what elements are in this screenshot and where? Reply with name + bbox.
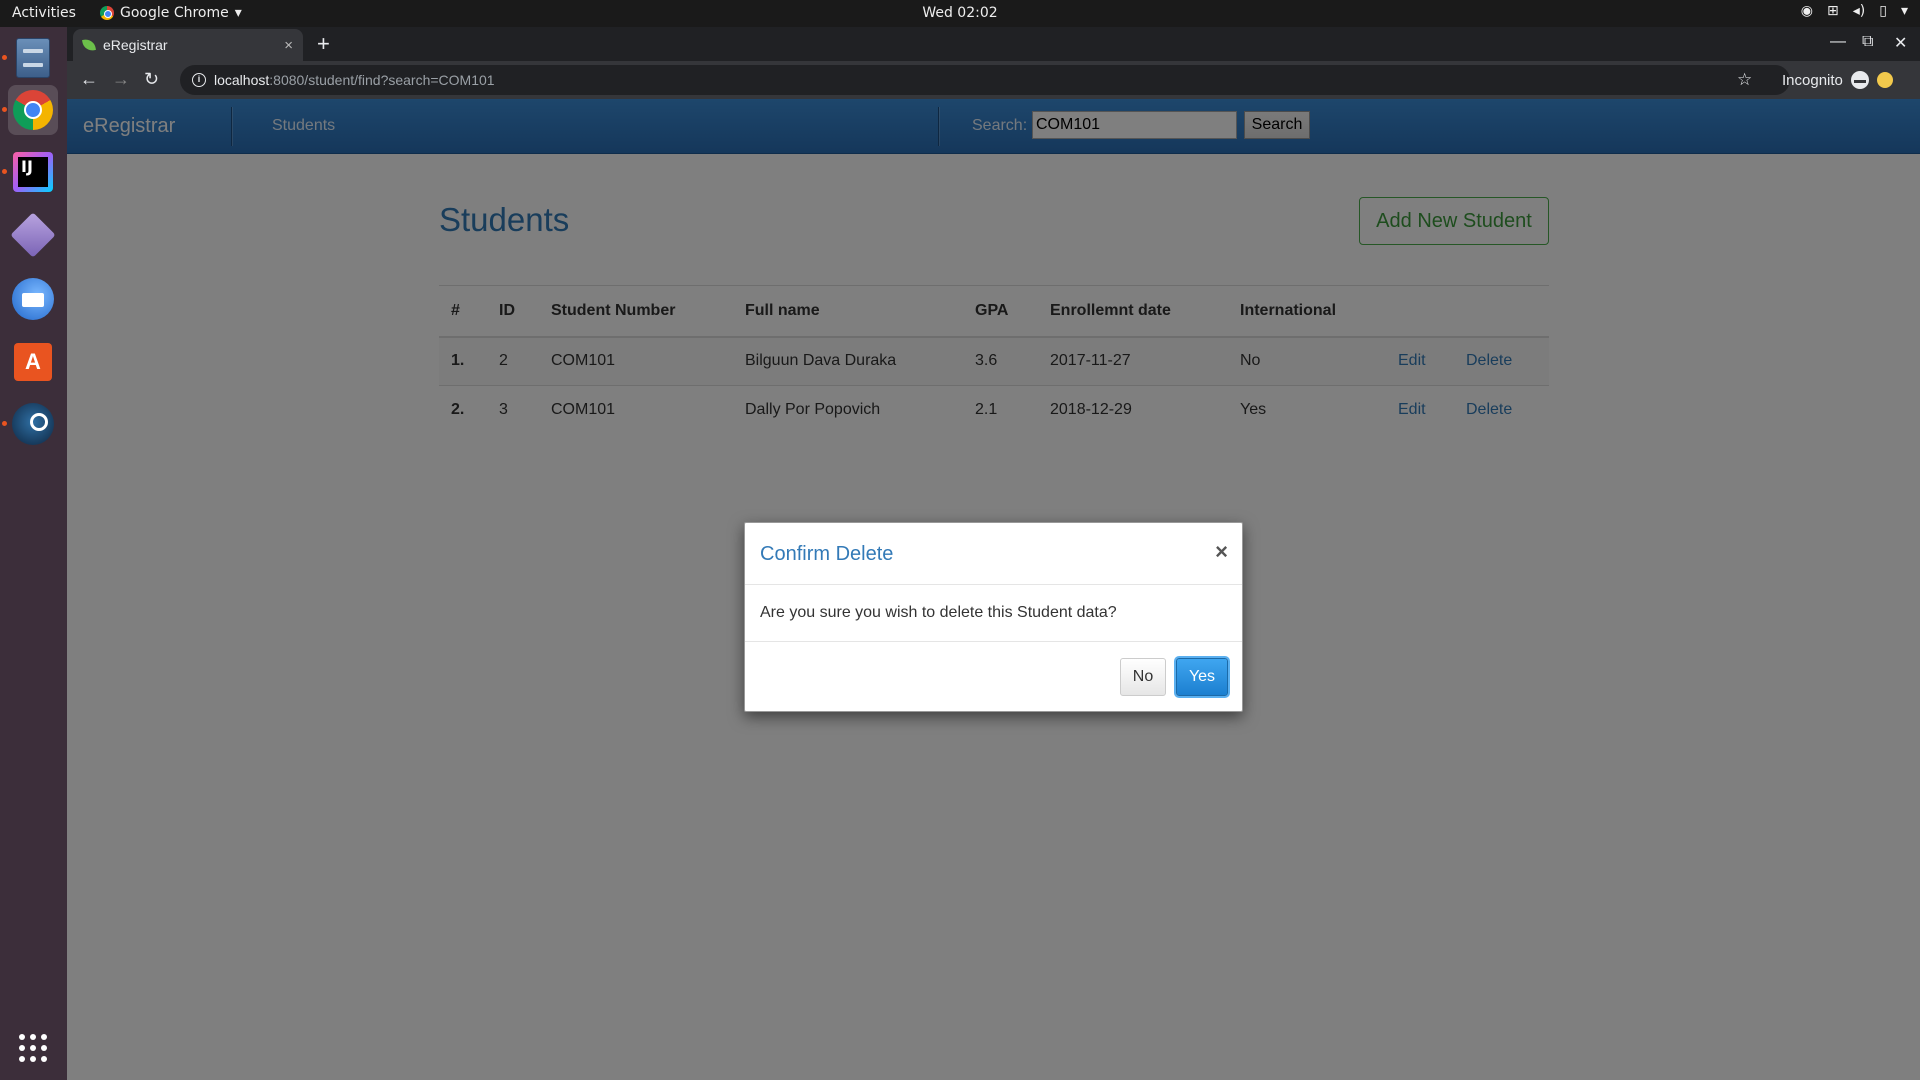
steam-icon [12, 403, 54, 445]
dock: IJ A [0, 27, 67, 1080]
tab-strip: eRegistrar × + — ⧉ ✕ [67, 27, 1920, 61]
url-path: :8080/student/find?search=COM101 [269, 72, 495, 88]
chrome-dock-item[interactable] [2, 85, 58, 135]
bookmark-star-icon[interactable]: ☆ [1737, 70, 1752, 90]
diagram-icon [10, 212, 56, 258]
address-bar[interactable]: i localhost:8080/student/find?search=COM… [180, 65, 1790, 95]
app-menu[interactable]: Google Chrome ▾ [100, 5, 242, 21]
toolbar: ← → ↻ i localhost:8080/student/find?sear… [67, 61, 1920, 99]
close-icon[interactable]: × [1215, 539, 1228, 565]
steam-tray-icon[interactable]: ◉ [1801, 3, 1813, 19]
software-store-dock-item[interactable]: A [8, 337, 58, 387]
show-apps-button[interactable] [8, 1023, 58, 1073]
forward-icon[interactable]: → [112, 69, 130, 90]
modal-title: Confirm Delete [760, 543, 894, 565]
profile-icon[interactable] [1876, 72, 1893, 88]
modal-message: Are you sure you wish to delete this Stu… [760, 604, 1117, 621]
incognito-label: Incognito [1782, 71, 1843, 89]
intellij-icon: IJ [13, 152, 53, 192]
incognito-icon [1850, 71, 1869, 89]
diagram-dock-item[interactable] [8, 210, 58, 260]
thunderbird-icon [12, 278, 54, 320]
running-indicator [2, 55, 7, 60]
reload-icon[interactable]: ↻ [144, 69, 159, 90]
clock[interactable]: Wed 02:02 [0, 5, 1920, 21]
modal-body: Are you sure you wish to delete this Stu… [745, 585, 1242, 642]
back-icon[interactable]: ← [80, 69, 98, 90]
browser-tab[interactable]: eRegistrar × [73, 29, 303, 61]
chrome-icon [100, 6, 114, 20]
chrome-window: eRegistrar × + — ⧉ ✕ ← → ↻ i localhost:8… [67, 27, 1920, 1080]
no-button[interactable]: No [1120, 658, 1166, 696]
show-apps-icon [19, 1034, 47, 1062]
files-icon [16, 38, 50, 78]
modal-footer: No Yes [745, 642, 1242, 711]
running-indicator [2, 107, 7, 112]
incognito-indicator[interactable]: Incognito [1782, 71, 1893, 89]
yes-button[interactable]: Yes [1176, 658, 1228, 696]
steam-dock-item[interactable] [2, 399, 58, 449]
url-host: localhost [214, 72, 270, 88]
volume-icon: ◂) [1852, 3, 1866, 19]
activities-button[interactable]: Activities [12, 5, 76, 21]
minimize-icon[interactable]: — [1830, 33, 1846, 51]
new-tab-button[interactable]: + [317, 31, 330, 57]
chevron-down-icon: ▾ [1900, 3, 1908, 19]
intellij-dock-item[interactable]: IJ [2, 147, 58, 197]
system-top-bar: Activities Google Chrome ▾ Wed 02:02 ◉ ⊞… [0, 0, 1920, 27]
close-window-icon[interactable]: ✕ [1894, 33, 1907, 53]
page-viewport: eRegistrar Students Search: Search Stude… [67, 99, 1920, 1080]
app-menu-label: Google Chrome [120, 5, 229, 21]
chevron-down-icon: ▾ [234, 5, 242, 21]
software-store-icon: A [14, 343, 52, 381]
tab-title: eRegistrar [103, 37, 168, 53]
confirm-delete-dialog: Confirm Delete × Are you sure you wish t… [744, 522, 1243, 712]
chrome-icon [13, 90, 53, 130]
battery-icon: ▯ [1879, 3, 1887, 19]
spring-leaf-icon [82, 38, 96, 52]
modal-header: Confirm Delete × [745, 523, 1242, 585]
site-info-icon[interactable]: i [192, 73, 206, 87]
tab-close-icon[interactable]: × [284, 37, 293, 54]
running-indicator [2, 421, 7, 426]
running-indicator [2, 169, 7, 174]
network-icon: ⊞ [1827, 3, 1839, 19]
restore-icon[interactable]: ⧉ [1862, 33, 1873, 51]
thunderbird-dock-item[interactable] [8, 274, 58, 324]
system-tray[interactable]: ◉ ⊞ ◂) ▯ ▾ [1801, 3, 1908, 19]
files-dock-item[interactable] [2, 33, 58, 83]
